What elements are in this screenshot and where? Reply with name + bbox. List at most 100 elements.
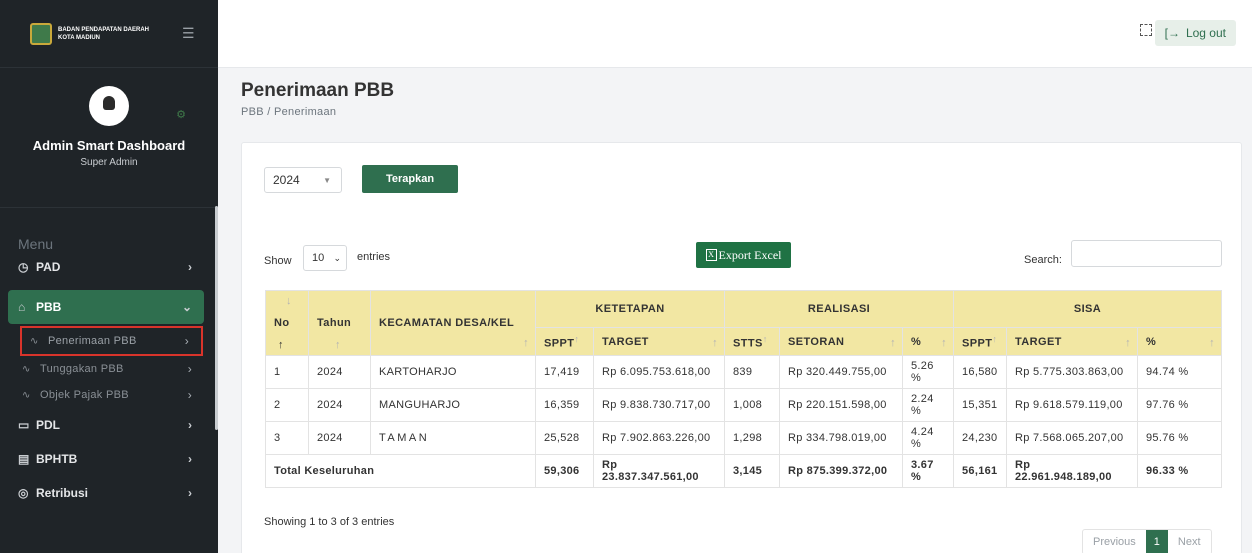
settings-gear-icon[interactable]: ⚙ xyxy=(176,108,186,121)
col-sppt[interactable]: SPPT↑ xyxy=(535,327,594,356)
col-group-sisa: SISA xyxy=(953,290,1222,328)
cell-target: Rp 7.902.863.226,00 xyxy=(593,421,725,455)
sidebar-item-bphtb[interactable]: ▤ BPHTB › xyxy=(8,442,204,476)
cell-target: Rp 9.838.730.717,00 xyxy=(593,388,725,422)
table-row: 2 2024 MANGUHARJO 16,359 Rp 9.838.730.71… xyxy=(265,388,1222,422)
avatar xyxy=(89,86,129,126)
document-icon: ▤ xyxy=(18,452,30,466)
brand-name: BADAN PENDAPATAN DAERAH KOTA MADIUN xyxy=(58,26,168,42)
cell-stts: 1,008 xyxy=(724,388,780,422)
cell-total-sppt: 59,306 xyxy=(535,454,594,488)
col-pct[interactable]: % ↑ xyxy=(902,327,954,356)
content-card: 2024 ▼ Terapkan Show 10 ⌄ entries X Expo… xyxy=(241,142,1242,553)
table-info: Showing 1 to 3 of 3 entries xyxy=(264,516,395,528)
entries-length-value: 10 xyxy=(312,252,325,264)
entries-length-select[interactable]: 10 ⌄ xyxy=(303,245,347,271)
sort-icon: ↑ xyxy=(1125,337,1131,349)
col-group-realisasi: REALISASI xyxy=(724,290,954,328)
sidebar-item-label: PBB xyxy=(36,300,62,314)
sidebar-subitem-tunggakan-pbb[interactable]: ∿ Tunggakan PBB › xyxy=(8,356,204,382)
cell-target: Rp 6.095.753.618,00 xyxy=(593,355,725,389)
home-icon: ⌂ xyxy=(18,300,26,314)
cell-kecamatan: TAMAN xyxy=(370,421,536,455)
sort-icon: ↑ xyxy=(762,333,768,344)
cell-target-sisa: Rp 9.618.579.119,00 xyxy=(1006,388,1138,422)
col-kecamatan[interactable]: KECAMATAN DESA/KEL ↑ xyxy=(370,290,536,356)
breadcrumb: PBB / Penerimaan xyxy=(241,106,337,118)
chevron-right-icon: › xyxy=(187,362,192,376)
apply-button[interactable]: Terapkan xyxy=(362,165,458,193)
sidebar-subitem-penerimaan-pbb[interactable]: ∿ Penerimaan PBB › xyxy=(20,326,203,356)
col-sppt-label: SPPT xyxy=(544,337,575,350)
col-stts[interactable]: STTS↑ xyxy=(724,327,780,356)
sort-icon: ↑ xyxy=(712,337,718,349)
sidebar-item-pdl[interactable]: ▭ PDL › xyxy=(8,408,204,442)
profile-role: Super Admin xyxy=(80,157,138,168)
sidebar-item-retribusi[interactable]: ◎ Retribusi › xyxy=(8,476,204,510)
entries-label: entries xyxy=(357,251,391,263)
search-label: Search: xyxy=(1024,254,1062,266)
eye-icon: ◎ xyxy=(18,486,29,500)
activity-icon: ∿ xyxy=(22,363,31,375)
export-excel-label: Export Excel xyxy=(718,247,782,262)
year-select[interactable]: 2024 ▼ xyxy=(264,167,342,193)
sidebar-scrollbar[interactable] xyxy=(215,206,218,430)
col-target-sisa-label: TARGET xyxy=(1015,335,1062,348)
cell-setoran: Rp 220.151.598,00 xyxy=(779,388,903,422)
fullscreen-icon[interactable] xyxy=(1140,24,1152,36)
cell-total-target: Rp 23.837.347.561,00 xyxy=(593,454,725,488)
sort-up-icon: ↑ xyxy=(278,339,284,351)
brand-name-line2: KOTA MADIUN xyxy=(58,34,100,41)
previous-button[interactable]: Previous xyxy=(1083,530,1146,553)
sort-down-icon: ↓ xyxy=(286,295,292,307)
col-kecamatan-label: KECAMATAN DESA/KEL xyxy=(379,317,515,329)
col-tahun-label: Tahun xyxy=(317,317,352,329)
sidebar-item-label: PAD xyxy=(36,260,61,274)
chevron-right-icon: › xyxy=(188,452,192,466)
logout-label: Log out xyxy=(1185,26,1226,40)
activity-icon: ∿ xyxy=(30,335,39,347)
cell-sppt: 17,419 xyxy=(535,355,594,389)
cell-setoran: Rp 334.798.019,00 xyxy=(779,421,903,455)
col-sppt-sisa[interactable]: SPPT↑ xyxy=(953,327,1007,356)
hamburger-menu-icon[interactable]: ☰ xyxy=(182,25,195,42)
col-no-label: No xyxy=(274,317,290,329)
search-input[interactable] xyxy=(1071,240,1222,267)
cell-sppt: 16,359 xyxy=(535,388,594,422)
sidebar-item-pbb[interactable]: ⌂ PBB ⌄ xyxy=(8,290,204,324)
export-excel-button[interactable]: X Export Excel xyxy=(696,242,791,268)
sort-icon: ↑ xyxy=(574,333,580,344)
col-target-label: TARGET xyxy=(602,335,649,348)
sidebar-subitem-objek-pajak-pbb[interactable]: ∿ Objek Pajak PBB › xyxy=(8,382,204,408)
cell-total-sppt-sisa: 56,161 xyxy=(953,454,1007,488)
page-title: Penerimaan PBB xyxy=(241,80,395,101)
col-no[interactable]: ↓ No ↑ xyxy=(265,290,309,356)
sort-icon: ↑ xyxy=(523,337,529,349)
logout-button[interactable]: [→ Log out xyxy=(1154,20,1236,46)
sort-icon: ↑ xyxy=(1209,337,1215,349)
cell-tahun: 2024 xyxy=(308,388,371,422)
cell-no: 3 xyxy=(265,421,309,455)
cell-pct-sisa: 94.74 % xyxy=(1137,355,1222,389)
col-pct-sisa[interactable]: % ↑ xyxy=(1137,327,1222,356)
cell-sppt-sisa: 15,351 xyxy=(953,388,1007,422)
page-1-button[interactable]: 1 xyxy=(1145,530,1168,553)
cell-total-pct-sisa: 96.33 % xyxy=(1137,454,1222,488)
cell-no: 1 xyxy=(265,355,309,389)
sort-icon: ↑ xyxy=(992,333,998,344)
col-tahun[interactable]: Tahun ↑ xyxy=(308,290,371,356)
sort-icon: ↑ xyxy=(335,339,341,351)
sidebar-item-pad[interactable]: ◷ PAD › xyxy=(8,250,204,284)
col-setoran[interactable]: SETORAN ↑ xyxy=(779,327,903,356)
chevron-right-icon: › xyxy=(188,418,192,432)
cell-total-pct: 3.67 % xyxy=(902,454,954,488)
col-pct-label: % xyxy=(911,335,922,348)
cell-no: 2 xyxy=(265,388,309,422)
cell-stts: 839 xyxy=(724,355,780,389)
col-target-sisa[interactable]: TARGET ↑ xyxy=(1006,327,1138,356)
cell-target-sisa: Rp 7.568.065.207,00 xyxy=(1006,421,1138,455)
next-button[interactable]: Next xyxy=(1168,530,1211,553)
col-target[interactable]: TARGET ↑ xyxy=(593,327,725,356)
data-table: ↓ No ↑ Tahun ↑ KECAMATAN DESA/KEL ↑ KETE… xyxy=(265,290,1222,488)
cell-sppt: 25,528 xyxy=(535,421,594,455)
